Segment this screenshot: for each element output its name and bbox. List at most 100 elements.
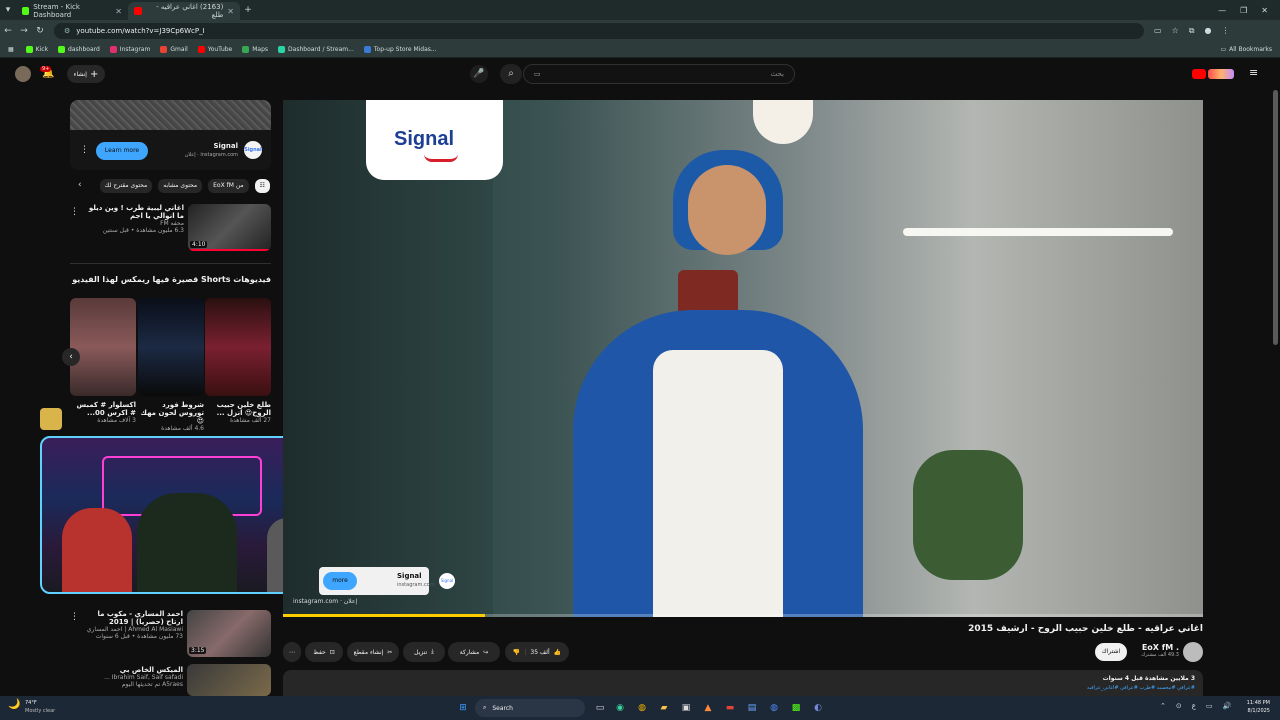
task-view-icon[interactable]: ▭ bbox=[592, 700, 608, 716]
page-scrollbar-thumb[interactable] bbox=[1273, 90, 1278, 345]
bookmark-star-icon[interactable]: ☆ bbox=[1172, 26, 1179, 36]
like-icon[interactable]: 👍 bbox=[554, 649, 561, 656]
chip-from-channel[interactable]: من EoX fM bbox=[208, 179, 249, 193]
chips-prev-icon[interactable]: ‹ bbox=[78, 180, 82, 190]
video-menu-dots-icon[interactable]: ⋮ bbox=[70, 612, 79, 622]
tray-chevron-icon[interactable]: ⌃ bbox=[1160, 702, 1166, 710]
keyboard-icon[interactable]: ▭ bbox=[534, 70, 541, 78]
video-progress-track[interactable] bbox=[283, 614, 1203, 617]
location-icon[interactable]: ⊙ bbox=[1176, 702, 1182, 710]
hamburger-menu-icon[interactable]: ≡ bbox=[1249, 66, 1258, 79]
obs-icon[interactable]: ▩ bbox=[788, 700, 804, 716]
download-button[interactable]: تنزيل ⤓ bbox=[403, 642, 445, 662]
mix-thumbnail[interactable] bbox=[187, 664, 271, 696]
tab-menu-icon[interactable]: ▾ bbox=[0, 5, 16, 15]
search-button[interactable]: ⌕ bbox=[500, 64, 522, 84]
edge-icon[interactable]: ◉ bbox=[612, 700, 628, 716]
chip-all[interactable]: ☷ bbox=[254, 179, 270, 193]
weather-icon[interactable]: 🌙 bbox=[8, 699, 20, 710]
related-video-thumbnail[interactable]: 3:15 bbox=[187, 610, 271, 657]
channel-info[interactable]: EoX fM . 49.3 ألف مشترك bbox=[1125, 643, 1179, 658]
mix-info[interactable]: الميكس الخاص بي Ibrahim Saif, Saif safad… bbox=[70, 666, 183, 688]
voice-search-icon[interactable]: 🎤 bbox=[470, 65, 488, 83]
close-window-icon[interactable]: ✕ bbox=[1261, 6, 1268, 15]
short-info-1[interactable]: طلع خلين حبيب الروح😍 انزل ... 27 ألف مشا… bbox=[205, 401, 271, 424]
cast-icon[interactable]: ▭ bbox=[1154, 26, 1162, 36]
bookmark-youtube[interactable]: YouTube bbox=[197, 46, 232, 53]
overlay-ad-button[interactable]: more bbox=[323, 572, 357, 590]
tab-kick-dashboard[interactable]: Stream - Kick Dashboard ✕ bbox=[16, 2, 128, 20]
menu-dots-icon[interactable]: ⋮ bbox=[1221, 26, 1229, 36]
close-tab-icon[interactable]: ✕ bbox=[115, 7, 122, 16]
language-icon[interactable]: ع bbox=[1192, 702, 1196, 710]
url-input[interactable]: ⚙ youtube.com/watch?v=J39Cp6WcP_I bbox=[54, 23, 1144, 39]
chrome-active-icon[interactable]: ◍ bbox=[766, 700, 782, 716]
youtube-logo-icon[interactable] bbox=[1192, 69, 1206, 79]
video-description[interactable]: 3 ملايين مشاهدة قبل 4 سنوات #عراقي #محسب… bbox=[283, 670, 1203, 696]
youtube-logo-doodle[interactable] bbox=[1208, 69, 1234, 79]
tab-youtube-video[interactable]: (2163) اغاني عراقيه - طلع ✕ bbox=[128, 2, 240, 20]
store-icon[interactable]: ▣ bbox=[678, 700, 694, 716]
shorts-prev-icon[interactable]: ‹ bbox=[62, 348, 80, 366]
bookmark-dashboard[interactable]: dashboard bbox=[58, 46, 100, 53]
channel-avatar[interactable] bbox=[1183, 642, 1203, 662]
bookmark-midas[interactable]: Top-up Store Midas... bbox=[363, 46, 437, 53]
file-explorer-icon[interactable]: ▰ bbox=[656, 700, 672, 716]
reload-icon[interactable]: ↻ bbox=[32, 26, 48, 36]
extensions-icon[interactable]: ⧉ bbox=[1189, 26, 1195, 36]
short-thumbnail-2[interactable] bbox=[138, 298, 204, 396]
bookmark-maps[interactable]: Maps bbox=[242, 46, 268, 53]
chip-similar[interactable]: محتوى مشابه bbox=[158, 179, 203, 193]
clip-button[interactable]: إنشاء مقطع ✂ bbox=[347, 642, 399, 662]
app-icon[interactable]: ▬ bbox=[722, 700, 738, 716]
vlc-icon[interactable]: ▲ bbox=[700, 700, 716, 716]
related-video-thumbnail[interactable]: 4:10 bbox=[188, 204, 271, 251]
notepad-icon[interactable]: ▤ bbox=[744, 700, 760, 716]
create-button[interactable]: إنشاء + bbox=[67, 65, 105, 83]
video-overlay-ad[interactable]: more Signal instagram.com Signal bbox=[319, 567, 455, 595]
bookmark-gmail[interactable]: Gmail bbox=[160, 46, 188, 53]
short-info-2[interactable]: شروط فورد توروس لحون مهك 😍 4.6 ألف مشاهد… bbox=[138, 401, 204, 432]
dislike-icon[interactable]: 👎 bbox=[513, 649, 520, 656]
chip-suggested[interactable]: محتوى مقترح لك bbox=[99, 179, 153, 193]
save-button[interactable]: حفظ ⊡ bbox=[305, 642, 343, 662]
short-thumbnail-1[interactable] bbox=[205, 298, 271, 396]
maximize-icon[interactable]: ❐ bbox=[1240, 6, 1247, 15]
discord-icon[interactable]: ◐ bbox=[810, 700, 826, 716]
related-video-info[interactable]: اغاني ليبية طرب ! وين ديلو ما انوالي يا … bbox=[82, 204, 184, 234]
forward-icon[interactable]: → bbox=[16, 26, 32, 36]
site-info-icon[interactable]: ⚙ bbox=[64, 27, 70, 35]
back-icon[interactable]: ← bbox=[0, 26, 16, 36]
ad-menu-dots-icon[interactable]: ⋮ bbox=[80, 145, 89, 155]
bookmark-kick[interactable]: Kick bbox=[25, 46, 48, 53]
volume-icon[interactable]: 🔊 bbox=[1223, 702, 1232, 710]
windows-start-icon[interactable]: ⊞ bbox=[455, 700, 471, 716]
search-input[interactable]: ▭ بحث bbox=[523, 64, 795, 84]
minimize-icon[interactable]: — bbox=[1218, 6, 1226, 15]
all-bookmarks[interactable]: ▭ All Bookmarks bbox=[1220, 46, 1272, 53]
hashtags[interactable]: #عراقي #محسبه #طرب #عراقي #اغاني_عراقيه bbox=[1087, 685, 1195, 691]
close-tab-icon[interactable]: ✕ bbox=[227, 7, 234, 16]
network-icon[interactable]: ▭ bbox=[1206, 702, 1213, 710]
avatar[interactable] bbox=[15, 66, 31, 82]
related-video-info[interactable]: احمد المساري - مكوب ما ارتاح (حصريا) | 2… bbox=[82, 610, 183, 640]
taskbar-search-box[interactable]: ⌕ Search bbox=[475, 699, 585, 717]
related-video-views: 6.3 مليون مشاهدة • قبل سنتين bbox=[102, 227, 184, 234]
new-tab-button[interactable]: + bbox=[240, 5, 256, 15]
video-player[interactable]: Signal more Signal instagram.com Signal … bbox=[283, 100, 1203, 617]
bookmark-stream-dashboard[interactable]: Dashboard / Stream... bbox=[278, 46, 354, 53]
video-menu-dots-icon[interactable]: ⋮ bbox=[70, 207, 79, 217]
short-info-3[interactable]: اكسلوار # كمبس # اكرس 00... 3 آلاف مشاهد… bbox=[70, 401, 136, 424]
profile-icon[interactable]: ● bbox=[1204, 26, 1211, 36]
sponsored-ad-card[interactable]: Signal Signal إعلان · instagram.com Lear… bbox=[70, 100, 271, 170]
clock[interactable]: 11:48 PM 8/1/2025 bbox=[1240, 699, 1270, 715]
chrome-icon[interactable]: ◍ bbox=[634, 700, 650, 716]
more-actions-icon[interactable]: ⋯ bbox=[283, 642, 301, 662]
apps-grid-icon[interactable]: ▦ bbox=[8, 46, 14, 53]
share-button[interactable]: مشاركة ↪ bbox=[448, 642, 500, 662]
bookmark-instagram[interactable]: Instagram bbox=[109, 46, 150, 53]
subscribe-button[interactable]: اشتراك bbox=[1095, 643, 1127, 661]
learn-more-button[interactable]: Learn more bbox=[96, 142, 148, 160]
weather-widget[interactable]: 74°F Mostly clear bbox=[25, 699, 55, 715]
short-thumbnail-3[interactable] bbox=[70, 298, 136, 396]
